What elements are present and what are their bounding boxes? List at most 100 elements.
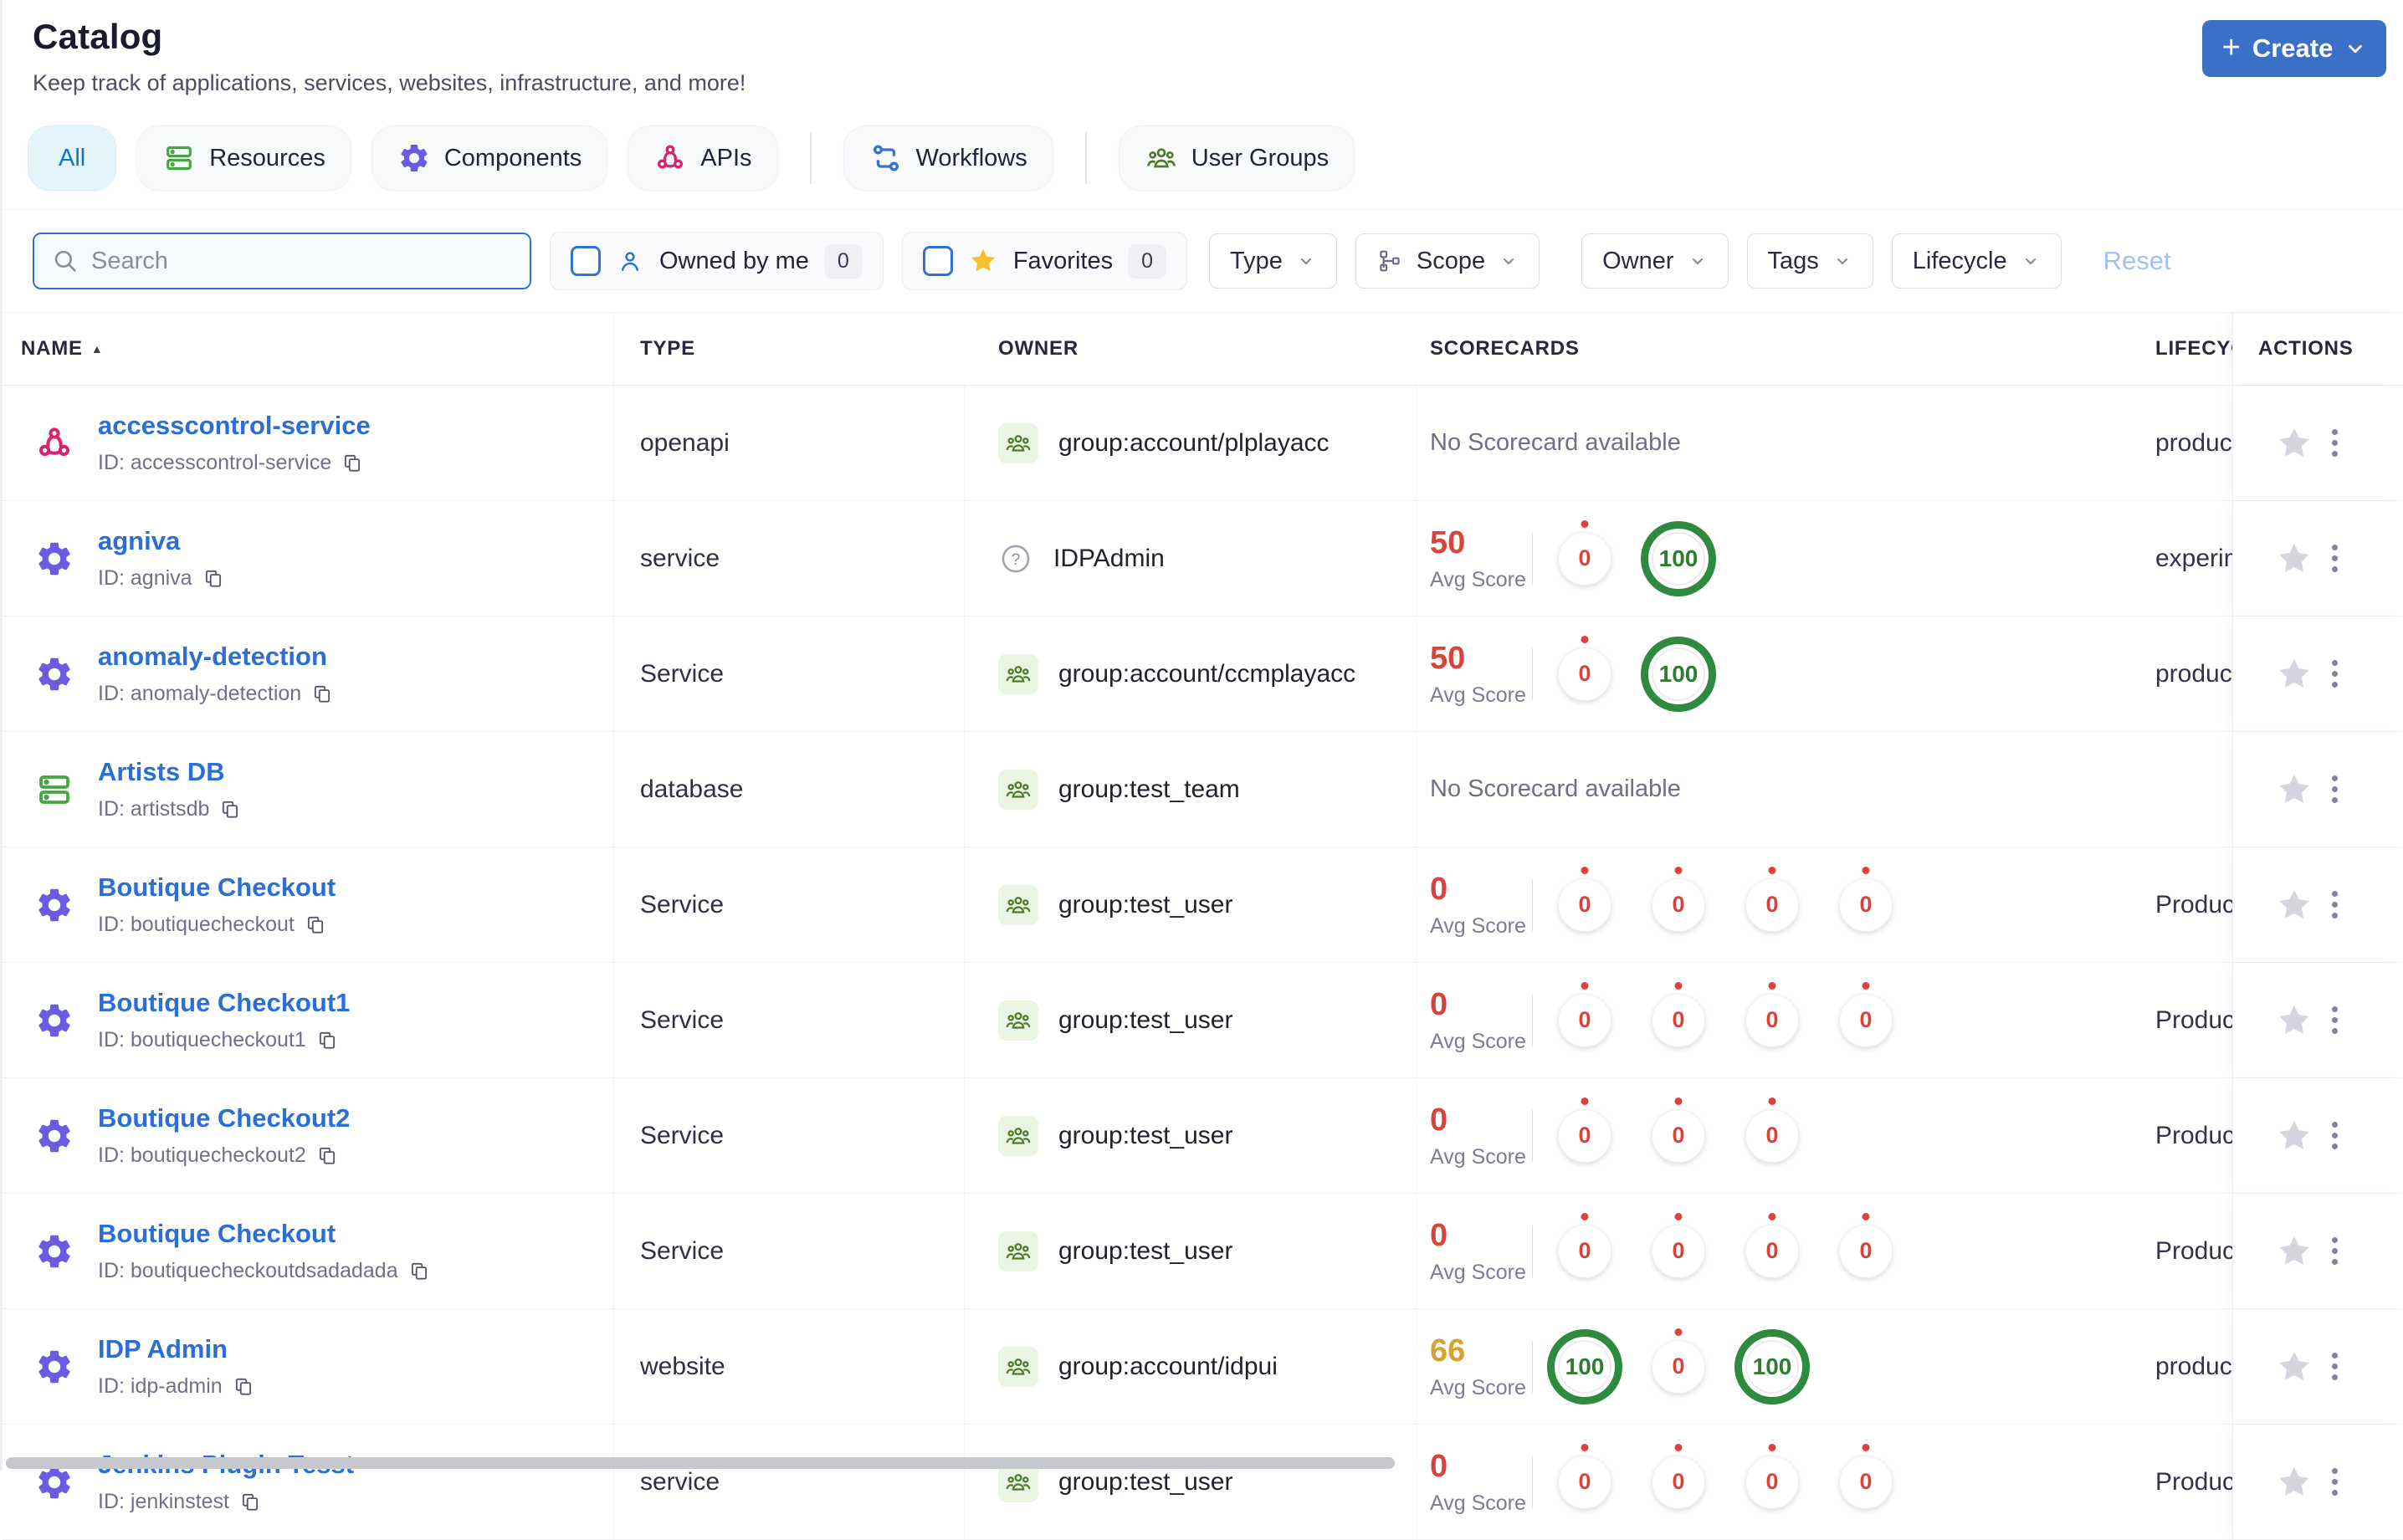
copy-icon[interactable] <box>408 1261 430 1282</box>
favorite-star-icon[interactable] <box>2275 540 2313 578</box>
kebab-menu-icon[interactable] <box>2332 545 2338 572</box>
favorite-star-icon[interactable] <box>2275 424 2313 463</box>
scorecard-badge-fail[interactable]: 0 <box>1839 866 1893 932</box>
kebab-menu-icon[interactable] <box>2332 660 2338 688</box>
scorecard-badge-fail[interactable]: 0 <box>1745 866 1799 932</box>
kebab-menu-icon[interactable] <box>2332 429 2338 457</box>
scorecard-badge-fail[interactable]: 0 <box>1652 981 1705 1047</box>
gear-icon <box>34 1347 74 1387</box>
scorecard-badge-pass[interactable]: 100 <box>1547 1328 1622 1404</box>
entity-name-link[interactable]: accesscontrol-service <box>98 411 371 440</box>
owned-by-me-filter[interactable]: Owned by me 0 <box>550 232 884 290</box>
lifecycle-dropdown[interactable]: Lifecycle <box>1891 233 2062 289</box>
scorecard-badge-fail[interactable]: 0 <box>1652 1212 1705 1278</box>
favorites-checkbox[interactable] <box>922 246 953 276</box>
scorecard-badge-fail[interactable]: 0 <box>1558 1097 1611 1163</box>
scope-dropdown[interactable]: Scope <box>1355 233 1540 289</box>
favorite-star-icon[interactable] <box>2275 1232 2313 1271</box>
scorecard-badge-fail[interactable]: 0 <box>1558 1443 1611 1509</box>
kebab-menu-icon[interactable] <box>2332 775 2338 803</box>
entity-name-link[interactable]: Boutique Checkout <box>98 872 336 902</box>
scorecard-badge-fail[interactable]: 0 <box>1839 981 1893 1047</box>
entity-name-link[interactable]: Boutique Checkout2 <box>98 1103 350 1133</box>
copy-icon[interactable] <box>233 1376 254 1398</box>
copy-icon[interactable] <box>305 914 326 936</box>
column-header-lifecycle[interactable]: LIFECYCLE <box>2128 313 2232 385</box>
tab-resources[interactable]: Resources <box>136 125 351 191</box>
copy-icon[interactable] <box>219 799 241 821</box>
favorite-star-icon[interactable] <box>2275 1117 2313 1155</box>
horizontal-scrollbar[interactable] <box>6 1457 1395 1469</box>
scorecard-badge-fail[interactable]: 0 <box>1558 519 1611 586</box>
scorecard-badge-fail[interactable]: 0 <box>1745 1443 1799 1509</box>
column-header-owner[interactable]: OWNER <box>965 313 1417 385</box>
copy-icon[interactable] <box>316 1030 338 1051</box>
kebab-menu-icon[interactable] <box>2332 891 2338 918</box>
scorecard-badge-fail[interactable]: 0 <box>1652 1097 1705 1163</box>
tab-user-groups[interactable]: User Groups <box>1118 125 1355 191</box>
search-input[interactable] <box>91 247 513 275</box>
reset-button[interactable]: Reset <box>2103 246 2171 276</box>
favorite-star-icon[interactable] <box>2275 1348 2313 1386</box>
scorecards-cell: 0 Avg Score 0 0 0 0 <box>1417 963 2128 1077</box>
scorecard-badge-pass[interactable]: 100 <box>1734 1328 1810 1404</box>
scorecard-badge-pass[interactable]: 100 <box>1641 520 1716 596</box>
create-button[interactable]: + Create <box>2202 20 2386 77</box>
scorecard-badge-fail[interactable]: 0 <box>1652 866 1705 932</box>
copy-icon[interactable] <box>311 683 333 705</box>
chevron-down-icon <box>1688 251 1708 271</box>
tab-all[interactable]: All <box>28 125 117 191</box>
tab-components[interactable]: Components <box>371 125 608 191</box>
column-header-type[interactable]: TYPE <box>614 313 965 385</box>
entity-name-link[interactable]: Artists DB <box>98 757 225 786</box>
copy-icon[interactable] <box>341 453 363 474</box>
owner-dropdown[interactable]: Owner <box>1581 233 1729 289</box>
kebab-menu-icon[interactable] <box>2332 1006 2338 1034</box>
actions-cell <box>2232 1425 2403 1539</box>
scorecard-badge-fail[interactable]: 0 <box>1745 981 1799 1047</box>
favorite-star-icon[interactable] <box>2275 886 2313 924</box>
tab-workflows[interactable]: Workflows <box>843 125 1053 191</box>
scorecard-badge-fail[interactable]: 0 <box>1558 981 1611 1047</box>
copy-icon[interactable] <box>316 1145 338 1167</box>
copy-icon[interactable] <box>239 1491 261 1513</box>
column-header-name[interactable]: NAME ▲ <box>3 313 614 385</box>
column-header-scorecards[interactable]: SCORECARDS <box>1417 313 2128 385</box>
avg-score-label: Avg Score <box>1430 567 1526 591</box>
actions-cell <box>2232 501 2403 616</box>
type-dropdown[interactable]: Type <box>1209 233 1337 289</box>
entity-name-link[interactable]: Boutique Checkout <box>98 1219 336 1248</box>
owned-by-me-checkbox[interactable] <box>571 246 601 276</box>
kebab-menu-icon[interactable] <box>2332 1353 2338 1380</box>
scorecard-badge-fail[interactable]: 0 <box>1558 866 1611 932</box>
kebab-menu-icon[interactable] <box>2332 1122 2338 1149</box>
owner-cell: ? IDPAdmin <box>965 501 1417 616</box>
scorecard-badge-fail[interactable]: 0 <box>1839 1443 1893 1509</box>
entity-name-link[interactable]: Boutique Checkout1 <box>98 988 350 1017</box>
favorite-star-icon[interactable] <box>2275 770 2313 809</box>
scorecard-badge-fail[interactable]: 0 <box>1652 1443 1705 1509</box>
scorecard-badge-fail[interactable]: 0 <box>1745 1097 1799 1163</box>
entity-name-link[interactable]: IDP Admin <box>98 1334 228 1363</box>
scorecard-badge-fail[interactable]: 0 <box>1558 1212 1611 1278</box>
copy-icon[interactable] <box>202 568 224 590</box>
scorecard-badge-fail[interactable]: 0 <box>1839 1212 1893 1278</box>
favorites-filter[interactable]: Favorites 0 <box>901 232 1187 290</box>
scorecard-badge-pass[interactable]: 100 <box>1641 636 1716 712</box>
scorecard-badge-fail[interactable]: 0 <box>1652 1328 1705 1394</box>
progress-dot <box>1768 1443 1776 1451</box>
tags-dropdown[interactable]: Tags <box>1746 233 1873 289</box>
lifecycle-cell: Production <box>2155 1005 2232 1034</box>
tab-apis-label: APIs <box>700 144 752 171</box>
favorite-star-icon[interactable] <box>2275 1001 2313 1040</box>
kebab-menu-icon[interactable] <box>2332 1237 2338 1265</box>
avg-score-label: Avg Score <box>1430 1375 1526 1399</box>
entity-name-link[interactable]: agniva <box>98 526 180 555</box>
kebab-menu-icon[interactable] <box>2332 1468 2338 1496</box>
scorecard-badge-fail[interactable]: 0 <box>1558 635 1611 701</box>
scorecard-badge-fail[interactable]: 0 <box>1745 1212 1799 1278</box>
tab-apis[interactable]: APIs <box>628 125 778 191</box>
entity-name-link[interactable]: anomaly-detection <box>98 642 327 671</box>
favorite-star-icon[interactable] <box>2275 655 2313 693</box>
favorite-star-icon[interactable] <box>2275 1463 2313 1502</box>
